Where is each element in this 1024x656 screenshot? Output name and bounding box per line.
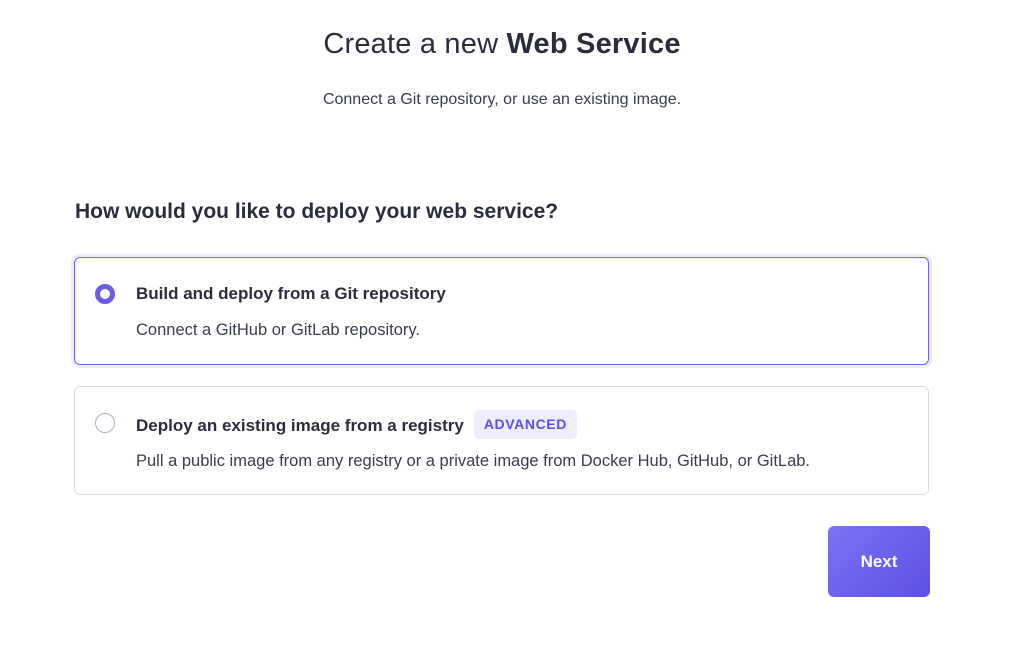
- radio-selected-icon[interactable]: [95, 284, 115, 304]
- option-git-repository[interactable]: Build and deploy from a Git repository C…: [74, 257, 929, 365]
- option-git-repository-title: Build and deploy from a Git repository: [136, 284, 446, 303]
- deploy-method-question: How would you like to deploy your web se…: [75, 200, 559, 223]
- page-subtitle: Connect a Git repository, or use an exis…: [322, 91, 682, 108]
- option-existing-image-title-row: Deploy an existing image from a registry…: [136, 410, 577, 441]
- option-existing-image[interactable]: Deploy an existing image from a registry…: [74, 386, 929, 495]
- create-web-service-page: Create a new Web Service Connect a Git r…: [0, 0, 1024, 656]
- option-existing-image-title: Deploy an existing image from a registry: [136, 415, 464, 435]
- radio-unselected-icon[interactable]: [95, 413, 115, 433]
- page-title-service-type: Web Service: [506, 28, 681, 60]
- option-existing-image-description: Pull a public image from any registry or…: [136, 452, 811, 470]
- page-title: Create a new Web Service: [0, 24, 1004, 64]
- page-title-prefix: Create a new: [323, 28, 507, 60]
- next-button[interactable]: Next: [828, 526, 930, 597]
- option-git-repository-description: Connect a GitHub or GitLab repository.: [136, 321, 420, 339]
- advanced-badge: ADVANCED: [473, 410, 577, 439]
